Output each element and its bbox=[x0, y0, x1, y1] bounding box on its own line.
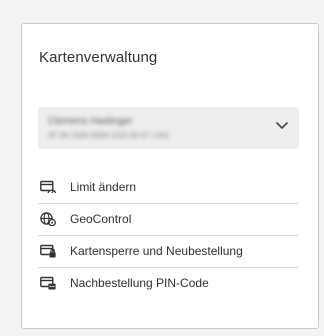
menu-item-limit[interactable]: Limit ändern bbox=[38, 172, 299, 204]
card-management-panel: Kartenverwaltung Clemens Haslinger AT 94… bbox=[21, 23, 319, 329]
menu-item-card-block[interactable]: Kartensperre und Neubestellung bbox=[38, 236, 299, 268]
menu-item-label: Nachbestellung PIN-Code bbox=[70, 276, 209, 290]
card-actions-menu: Limit ändern GeoControl Kartensperre und… bbox=[38, 172, 299, 299]
account-name: Clemens Haslinger bbox=[48, 116, 133, 127]
globe-settings-icon bbox=[40, 212, 56, 226]
account-select[interactable]: Clemens Haslinger AT 94 1500 0004 1110 6… bbox=[38, 107, 299, 149]
card-lock-icon bbox=[40, 244, 56, 258]
menu-item-label: Kartensperre und Neubestellung bbox=[70, 244, 243, 258]
panel-title: Kartenverwaltung bbox=[39, 49, 158, 66]
menu-item-label: GeoControl bbox=[70, 212, 132, 226]
menu-item-label: Limit ändern bbox=[70, 180, 137, 194]
card-gauge-icon bbox=[40, 180, 56, 194]
menu-item-geocontrol[interactable]: GeoControl bbox=[38, 204, 299, 236]
account-iban: AT 94 1500 0004 1110 63 07 | 001 bbox=[48, 131, 170, 140]
menu-item-pin-reorder[interactable]: Nachbestellung PIN-Code bbox=[38, 268, 299, 299]
card-pin-icon bbox=[40, 276, 56, 290]
chevron-down-icon bbox=[276, 122, 288, 129]
